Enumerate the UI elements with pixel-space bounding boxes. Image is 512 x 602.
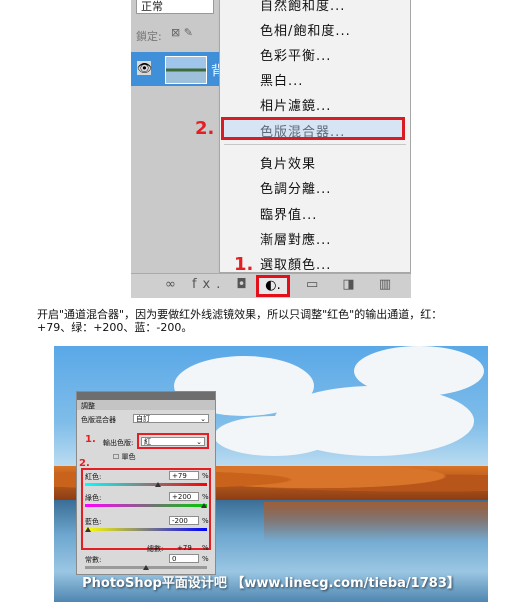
monochrome-label: 單色 [121, 453, 136, 461]
preset-value: 自訂 [136, 415, 150, 423]
watermark: PhotoShop平面设计吧 【www.linecg.com/tieba/178… [82, 576, 460, 591]
channel-mixer-panel: 調整 色版混合器 自訂 ⌄ 1. 輸出色版: 紅 ⌄ ☐ 單色 2. 紅色: +… [76, 391, 216, 575]
total-pct: % [202, 544, 209, 552]
blue-label: 藍色: [85, 518, 102, 526]
menu-item-invert[interactable]: 負片效果 [260, 153, 316, 172]
panel-tab-label: 調整 [81, 402, 95, 410]
red-pct: % [202, 472, 209, 480]
cloud [214, 416, 334, 456]
green-label: 綠色: [85, 494, 102, 502]
red-label: 紅色: [85, 473, 102, 481]
constant-slider[interactable] [85, 565, 207, 570]
blue-input[interactable]: -200 [169, 516, 199, 525]
mixer-title: 色版混合器 [81, 416, 116, 424]
blue-pct: % [202, 517, 209, 525]
panel-header-bar [77, 392, 215, 400]
lock-icons[interactable]: ⊠ ✎ [171, 26, 193, 39]
layer-thumbnail [165, 56, 207, 84]
layers-bottom-bar: ∞ fx. ◘ ◐. ▭ ◨ ▥ [131, 273, 411, 298]
menu-item-threshold[interactable]: 臨界值... [260, 204, 317, 223]
panel-step-1: 1. [85, 434, 96, 445]
constant-input[interactable]: 0 [169, 554, 199, 563]
lock-label: 鎖定: [136, 30, 162, 43]
step-1-label: 1. [234, 254, 254, 275]
green-slider[interactable] [85, 503, 207, 508]
red-slider-thumb[interactable] [155, 482, 161, 487]
green-input[interactable]: +200 [169, 492, 199, 501]
constant-pct: % [202, 555, 209, 563]
menu-item-gradient-map[interactable]: 漸層對應... [260, 229, 331, 248]
chevron-down-icon: ⌄ [196, 438, 202, 446]
eye-icon[interactable]: 👁 [137, 61, 152, 75]
step-2-label: 2. [195, 118, 215, 139]
menu-separator [224, 144, 406, 145]
blend-mode-select[interactable]: 正常 [136, 0, 214, 14]
monochrome-checkbox[interactable]: ☐ 單色 [113, 452, 136, 462]
constant-label: 常數: [85, 556, 102, 564]
green-pct: % [202, 493, 209, 501]
layer-row[interactable]: 👁 背 [131, 52, 224, 86]
red-input[interactable]: +79 [169, 471, 199, 480]
menu-item-selective-color[interactable]: 選取顏色... [260, 254, 331, 273]
green-slider-thumb[interactable] [201, 503, 207, 508]
group-new-delete-icons[interactable]: ▭ ◨ ▥ [306, 277, 401, 292]
tree-reflection [264, 502, 488, 542]
menu-item-black-white[interactable]: 黑白... [260, 70, 303, 89]
caption-line-2: +79、绿：+200、蓝：-200。 [37, 321, 193, 334]
link-fx-icons[interactable]: ∞ fx. ◘ [165, 277, 253, 292]
output-channel-select[interactable]: 紅 ⌄ [141, 437, 205, 446]
output-channel-label: 輸出色版: [103, 439, 134, 447]
chevron-down-icon: ⌄ [200, 415, 206, 423]
blue-slider-thumb[interactable] [85, 527, 91, 532]
channel-mixer-highlight [221, 117, 405, 140]
photoshop-screenshot: 正常 鎖定: ⊠ ✎ 👁 背 自然飽和度... 色相/飽和度... 色彩平衡..… [131, 0, 411, 298]
caption: 开启"通道混合器"，因为要做红外线滤镜效果，所以只调整"红色"的输出通道，红： … [37, 308, 487, 334]
infrared-photo: 調整 色版混合器 自訂 ⌄ 1. 輸出色版: 紅 ⌄ ☐ 單色 2. 紅色: +… [54, 346, 488, 602]
menu-item-vibrance[interactable]: 自然飽和度... [260, 0, 345, 14]
menu-item-posterize[interactable]: 色調分離... [260, 178, 331, 197]
total-label: 總數: [147, 545, 164, 553]
preset-select[interactable]: 自訂 ⌄ [133, 414, 209, 423]
menu-item-color-balance[interactable]: 色彩平衡... [260, 45, 331, 64]
constant-slider-thumb[interactable] [143, 565, 149, 570]
total-value: +79 [177, 544, 192, 552]
output-channel-value: 紅 [144, 438, 151, 446]
cloud [354, 346, 484, 396]
caption-line-1: 开启"通道混合器"，因为要做红外线滤镜效果，所以只调整"红色"的输出通道，红： [37, 308, 443, 321]
blue-slider[interactable] [85, 527, 207, 532]
red-slider[interactable] [85, 482, 207, 487]
menu-item-hue-saturation[interactable]: 色相/飽和度... [260, 20, 351, 39]
adjustment-layer-button[interactable]: ◐. [256, 275, 290, 297]
panel-tab: 調整 [77, 400, 215, 410]
menu-item-photo-filter[interactable]: 相片濾鏡... [260, 95, 331, 114]
layers-panel: 正常 鎖定: ⊠ ✎ 👁 背 [131, 0, 224, 280]
